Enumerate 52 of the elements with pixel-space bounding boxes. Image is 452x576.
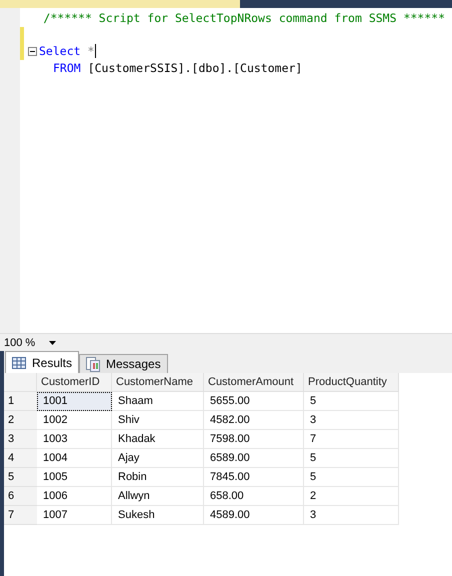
table-cell: Khadak [112,430,204,449]
table-cell: Shaam [112,392,204,411]
code-keyword: FROM [53,60,81,75]
row-number: 7 [4,506,37,525]
table-cell: 5 [304,449,399,468]
table-cell: Shiv [112,411,204,430]
table-cell: 1005 [37,468,112,487]
table-cell: 1006 [37,487,112,506]
table-cell: 1007 [37,506,112,525]
table-cell: 1003 [37,430,112,449]
row-number: 3 [4,430,37,449]
table-cell: 4582.00 [204,411,304,430]
results-tab[interactable]: Results [5,351,80,373]
table-cell: 5 [304,392,399,411]
document-icon [86,356,100,372]
table-cell: 4589.00 [204,506,304,525]
table-cell: 7598.00 [204,430,304,449]
row-number: 4 [4,449,37,468]
table-cell: 5 [304,468,399,487]
table-cell: 1004 [37,449,112,468]
text-cursor [95,44,96,58]
table-cell: 7 [304,430,399,449]
table-cell: 6589.00 [204,449,304,468]
row-number: 5 [4,468,37,487]
row-number: 2 [4,411,37,430]
row-number: 6 [4,487,37,506]
column-header[interactable]: CustomerName [112,373,204,392]
table-cell: Ajay [112,449,204,468]
table-cell: 2 [304,487,399,506]
row-number: 1 [4,392,37,411]
table-cell: 5655.00 [204,392,304,411]
code-comment: /****** Script for SelectTopNRows command from SSMS ****** [43,11,445,26]
table-cell: Robin [112,468,204,487]
code-keyword: Select [39,44,81,58]
results-tab[interactable]: Messages [79,354,168,373]
grid-icon [12,356,26,368]
table-cell: 7845.00 [204,468,304,487]
table-cell: 3 [304,411,399,430]
table-cell: 658.00 [204,487,304,506]
zoom-dropdown[interactable]: 100 % [0,334,60,351]
table-cell: Allwyn [112,487,204,506]
code-text: [CustomerSSIS].[dbo].[Customer] [88,60,302,75]
column-header[interactable]: ProductQuantity [304,373,399,392]
code-text: * [88,44,94,58]
caret-icon [49,340,56,344]
column-header[interactable]: CustomerAmount [204,373,304,392]
table-cell: 1001 [37,392,112,411]
column-header[interactable]: CustomerID [37,373,112,392]
table-cell: 1002 [37,411,112,430]
collapse-icon[interactable] [28,46,36,56]
table-cell: Sukesh [112,506,204,525]
table-cell: 3 [304,506,399,525]
